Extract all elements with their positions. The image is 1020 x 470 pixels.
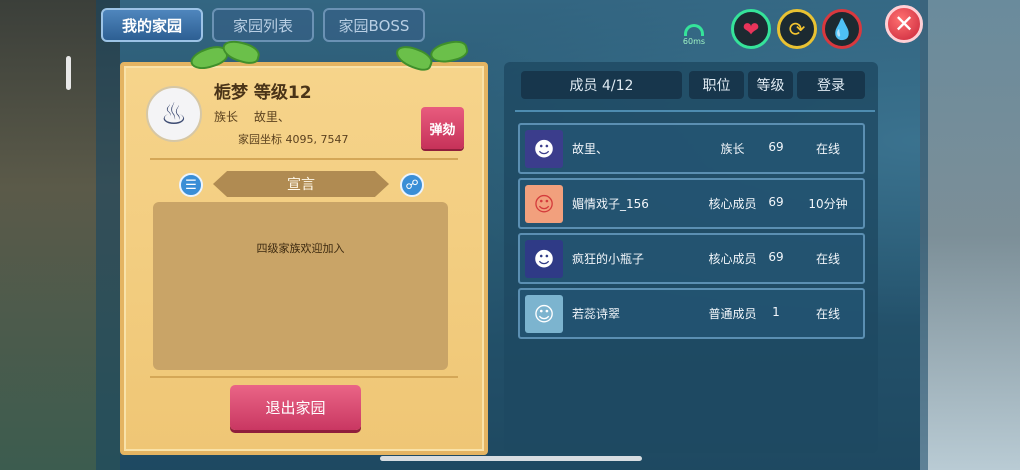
coord-value: 4095, 7547	[285, 133, 349, 146]
member-name: 疯狂的小瓶子	[572, 252, 645, 266]
tab-home-boss[interactable]: 家园BOSS	[323, 8, 425, 42]
refresh-button[interactable]: ⟳	[777, 9, 817, 49]
leader-label: 族长	[214, 110, 239, 124]
notes-icon[interactable]: ☰	[179, 173, 203, 197]
header-divider	[515, 110, 875, 112]
member-row[interactable]: ☻ 疯狂的小瓶子 核心成员 69 在线	[518, 233, 865, 284]
member-name: 媚情戏子_156	[572, 197, 649, 211]
member-count-header[interactable]: 成员 4/12	[521, 71, 682, 99]
member-login: 在线	[815, 252, 840, 266]
refresh-icon: ⟳	[788, 17, 806, 41]
declaration-title: 宣言	[213, 171, 389, 197]
member-name: 若蕊诗翠	[572, 307, 621, 321]
divider	[150, 158, 458, 160]
position-header[interactable]: 职位	[689, 71, 744, 99]
avatar: ☻	[525, 130, 563, 168]
impeach-button[interactable]: 弹劾	[421, 107, 464, 149]
level-header[interactable]: 等级	[748, 71, 793, 99]
family-emblem: ♨	[146, 86, 202, 142]
avatar: ☺	[525, 185, 563, 223]
leader-line: 族长 故里、	[214, 108, 290, 125]
close-icon: ✕	[893, 10, 915, 38]
declaration-text: 四级家族欢迎加入	[256, 242, 345, 255]
coord-line: 家园坐标 4095, 7547	[238, 131, 348, 147]
member-name: 故里、	[572, 142, 609, 156]
coord-label: 家园坐标	[238, 133, 282, 146]
avatar: ☺	[525, 295, 563, 333]
close-button[interactable]: ✕	[885, 5, 923, 43]
ping-text: 60ms	[682, 37, 706, 46]
wifi-icon	[684, 24, 704, 36]
water-drop-icon: 💧	[829, 17, 855, 41]
crab-icon: ♨	[160, 96, 188, 132]
share-icon[interactable]: ☍	[400, 173, 424, 197]
divider	[150, 376, 458, 378]
network-status: 60ms	[679, 24, 709, 48]
water-drop-button[interactable]: 💧	[822, 9, 862, 49]
leader-name: 故里、	[253, 110, 290, 124]
avatar: ☻	[525, 240, 563, 278]
member-row[interactable]: ☺ 媚情戏子_156 核心成员 69 10分钟	[518, 178, 865, 229]
scene-right-wall	[920, 0, 1020, 470]
member-login: 在线	[815, 307, 840, 321]
member-level: 69	[768, 250, 784, 264]
declaration-box	[153, 202, 448, 370]
tab-home-list[interactable]: 家园列表	[212, 8, 314, 42]
member-login: 在线	[815, 142, 840, 156]
member-row[interactable]: ☻ 故里、 族长 69 在线	[518, 123, 865, 174]
tab-my-home[interactable]: 我的家园	[101, 8, 203, 42]
member-row[interactable]: ☺ 若蕊诗翠 普通成员 1 在线	[518, 288, 865, 339]
member-login: 10分钟	[808, 197, 848, 211]
member-level: 69	[768, 195, 784, 209]
home-indicator[interactable]	[380, 456, 642, 461]
member-level: 69	[768, 140, 784, 154]
side-handle[interactable]	[66, 56, 71, 90]
login-header[interactable]: 登录	[797, 71, 865, 99]
member-level: 1	[772, 305, 780, 319]
heart-icon: ❤	[742, 17, 760, 41]
family-name-level: 栀梦 等级12	[214, 83, 312, 103]
heart-button[interactable]: ❤	[731, 9, 771, 49]
exit-home-button[interactable]: 退出家园	[230, 385, 361, 430]
